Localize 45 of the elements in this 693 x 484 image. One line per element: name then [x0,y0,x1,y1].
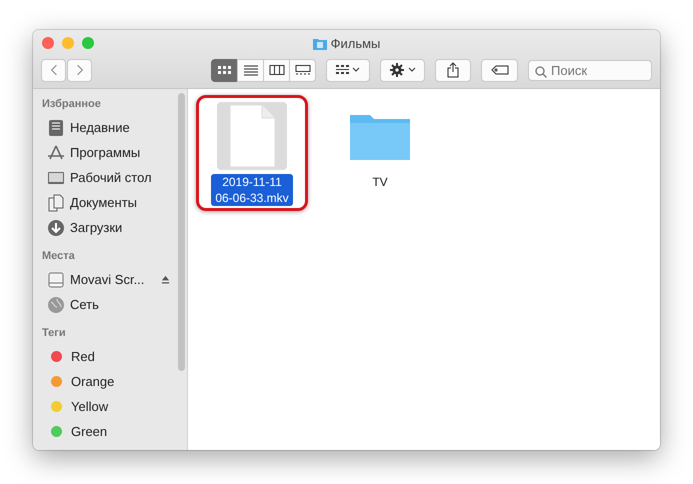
sidebar-item[interactable]: Yellow [71,399,108,414]
sidebar-item[interactable]: Рабочий стол [70,170,152,185]
sidebar-item[interactable]: Недавние [70,120,130,135]
apps-icon [47,144,65,162]
sidebar-item[interactable]: Orange [71,374,114,389]
sidebar-item[interactable]: Movavi Scr... [70,272,144,287]
sidebar-item[interactable]: Программы [70,145,140,160]
tray-icon [47,118,65,136]
globe-icon [47,296,65,314]
columns-icon [268,64,284,76]
view-mode-button[interactable] [289,58,316,82]
drive-icon [47,270,65,288]
view-mode-button[interactable] [263,58,290,82]
view-mode-button[interactable] [211,58,238,82]
view-mode-button[interactable] [237,58,264,82]
gallery-icon [294,64,310,76]
sidebar-item[interactable]: Red [71,349,95,364]
sidebar-item[interactable]: Green [71,424,108,439]
documents-icon [47,194,65,212]
tag-button[interactable] [481,58,518,82]
sidebar-item[interactable]: Загрузки [70,220,122,235]
gear-button[interactable] [380,58,425,82]
group-button[interactable] [326,58,370,82]
settings-icon [390,63,416,77]
share-icon [447,62,460,78]
sidebar-item[interactable]: Сеть [70,297,99,312]
tag-icon [490,65,509,75]
grid-icon [216,64,232,76]
share-button[interactable] [434,58,472,82]
sidebar-section-title: Теги [42,327,67,339]
search-field[interactable]: Поиск [528,60,652,80]
eject-icon[interactable] [161,275,170,284]
chevron-left-icon [50,64,58,76]
sidebar-section-title: Избранное [42,98,102,110]
window-title: Фильмы [330,36,380,51]
file-name[interactable]: 2019-11-11 06-06-33.mkv [211,174,293,206]
list-icon [242,64,258,76]
sidebar-item[interactable]: Документы [70,195,138,210]
folder-icon [312,38,327,50]
grid-dropdown-icon [336,64,360,76]
download-icon [47,218,65,236]
file-name[interactable]: TV [340,174,420,190]
scrollbar[interactable] [178,93,185,371]
chevron-right-icon [76,64,84,76]
sidebar-section-title: Места [42,250,76,262]
